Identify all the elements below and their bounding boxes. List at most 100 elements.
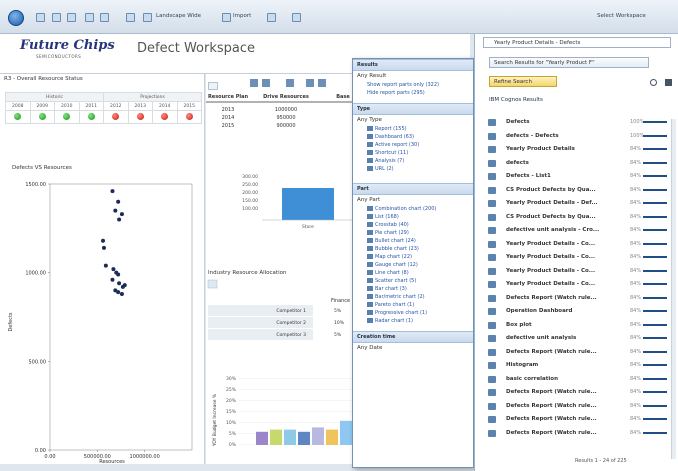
search-result-item[interactable]: Defects Report (Watch rule... 84% [475,413,678,426]
type-filter-link[interactable]: URL (2) [353,165,473,173]
search-result-item[interactable]: Yearly Product Details 84% [475,143,678,156]
part-filter-link[interactable]: Bar chart (3) [353,285,473,293]
widget-icon[interactable] [100,13,109,22]
sort-icon[interactable] [318,79,326,87]
scatter-point [116,199,121,204]
search-result-item[interactable]: Box plot 84% [475,319,678,332]
scatter-point [110,189,115,194]
search-result-item[interactable]: defective unit analysis 84% [475,332,678,345]
search-result-item[interactable]: Yearly Product Details - Co... 84% [475,251,678,264]
part-filter-link[interactable]: Combination chart (200) [353,205,473,213]
relevance-bar [643,188,667,191]
report-icon [488,362,496,369]
part-filter-link[interactable]: Progressive chart (1) [353,309,473,317]
search-result-item[interactable]: Yearly Product Details - Co... 84% [475,238,678,251]
table-icon[interactable] [262,79,270,87]
logo-subtitle: SEMICONDUCTORS [36,54,82,59]
any-date-label: Any Date [357,345,383,351]
search-result-item[interactable]: Operation Dashboard 84% [475,305,678,318]
result-score: 84% [630,281,642,287]
search-result-item[interactable]: Defects 100% [475,116,678,129]
part-filter-link[interactable]: List (168) [353,213,473,221]
part-filter-link[interactable]: Bullet chart (24) [353,237,473,245]
undo-icon[interactable] [126,13,135,22]
save-icon[interactable] [67,13,76,22]
cognos-results-header[interactable]: IBM Cognos Results [489,97,543,103]
type-filter-link[interactable]: Analysis (7) [353,157,473,165]
view-icon[interactable] [36,13,45,22]
part-filter-link[interactable]: Pareto chart (1) [353,301,473,309]
filter-icon[interactable] [286,79,294,87]
search-result-item[interactable]: defects - Defects 100% [475,130,678,143]
search-result-item[interactable]: defective unit analysis - Cro... 84% [475,224,678,237]
projections-header: Projections [103,92,202,102]
layout-select[interactable]: Landscape Wide [156,13,201,19]
part-filter-link[interactable]: Bar/metric chart (2) [353,293,473,301]
search-result-item[interactable]: Histogram 84% [475,359,678,372]
table-icon[interactable] [207,279,218,289]
find-icon[interactable] [85,13,94,22]
result-filter-link[interactable]: Show report parts only (322) [353,81,473,89]
link-label: Analysis (7) [375,158,405,164]
search-result-item[interactable]: Defects Report (Watch rule... 84% [475,292,678,305]
import-menu[interactable]: Import [233,13,251,19]
type-filter-link[interactable]: Report (155) [353,125,473,133]
bar [256,431,268,445]
part-filter-link[interactable]: Gauge chart (12) [353,261,473,269]
refresh-icon[interactable] [208,82,218,90]
y-tick-label: 1500.00 [25,182,46,188]
status-cell [127,110,153,124]
part-filter-link[interactable]: Radar chart (1) [353,317,473,325]
part-filter-link[interactable]: Map chart (22) [353,253,473,261]
search-input[interactable]: Yearly Product Details - Defects [483,37,671,48]
y-tick-label: 20% [226,398,237,404]
search-result-item[interactable]: CS Product Defects by Qua... 84% [475,211,678,224]
part-filter-link[interactable]: Crosstab (40) [353,221,473,229]
search-result-item[interactable]: Defects Report (Watch rule... 84% [475,386,678,399]
grid-icon[interactable] [306,79,314,87]
import-icon[interactable] [222,13,231,22]
settings-icon[interactable] [292,13,301,22]
layout-icon[interactable] [52,13,61,22]
search-result-item[interactable]: CS Product Defects by Qua... 84% [475,184,678,197]
search-result-item[interactable]: Defects Report (Watch rule... 84% [475,427,678,440]
chart-type-icon[interactable] [250,79,258,87]
relevance-bar [643,269,667,272]
search-result-item[interactable]: defects 84% [475,157,678,170]
search-result-item[interactable]: Defects Report (Watch rule... 84% [475,346,678,359]
help-icon[interactable] [650,79,657,86]
search-result-item[interactable]: Yearly Product Details - Co... 84% [475,278,678,291]
search-results-dropdown[interactable]: Search Results for "Yearly Product F" [489,57,649,68]
scatter-point [116,272,121,277]
y-tick-label: 0% [229,442,237,448]
result-title: Defects Report (Watch rule... [506,402,597,409]
result-title: Yearly Product Details - Co... [506,267,596,274]
link-label: Progressive chart (1) [375,310,428,316]
home-icon[interactable] [8,10,24,26]
workspace-menu[interactable]: Select Workspace [597,13,646,19]
part-filter-link[interactable]: Scatter chart (5) [353,277,473,285]
part-filter-link[interactable]: Line chart (8) [353,269,473,277]
layout-style-icon[interactable] [143,13,152,22]
plot-area [49,183,193,451]
result-title: Yearly Product Details - Def... [506,200,598,206]
result-title: defective unit analysis - Cro... [506,227,600,233]
search-result-item[interactable]: Defects Report (Watch rule... 84% [475,400,678,413]
type-filter-link[interactable]: Shortcut (11) [353,149,473,157]
report-icon [488,294,496,302]
result-title: CS Product Defects by Qua... [506,213,596,220]
search-result-item[interactable]: Yearly Product Details - Def... 84% [475,197,678,210]
search-result-item[interactable]: Yearly Product Details - Co... 84% [475,265,678,278]
type-filter-link[interactable]: Dashboard (63) [353,133,473,141]
part-filter-link[interactable]: Bubble chart (23) [353,245,473,253]
part-filter-link[interactable]: Pie chart (29) [353,229,473,237]
status-cell [5,110,31,124]
search-result-item[interactable]: Defects - List1 84% [475,170,678,183]
share-icon[interactable] [267,13,276,22]
result-filter-link[interactable]: Hide report parts (295) [353,89,473,97]
refine-search-button[interactable]: Refine Search [489,76,557,87]
type-filter-link[interactable]: Active report (30) [353,141,473,149]
search-result-item[interactable]: basic correlation 84% [475,373,678,386]
relevance-bar [643,175,667,177]
options-icon[interactable] [665,79,672,86]
